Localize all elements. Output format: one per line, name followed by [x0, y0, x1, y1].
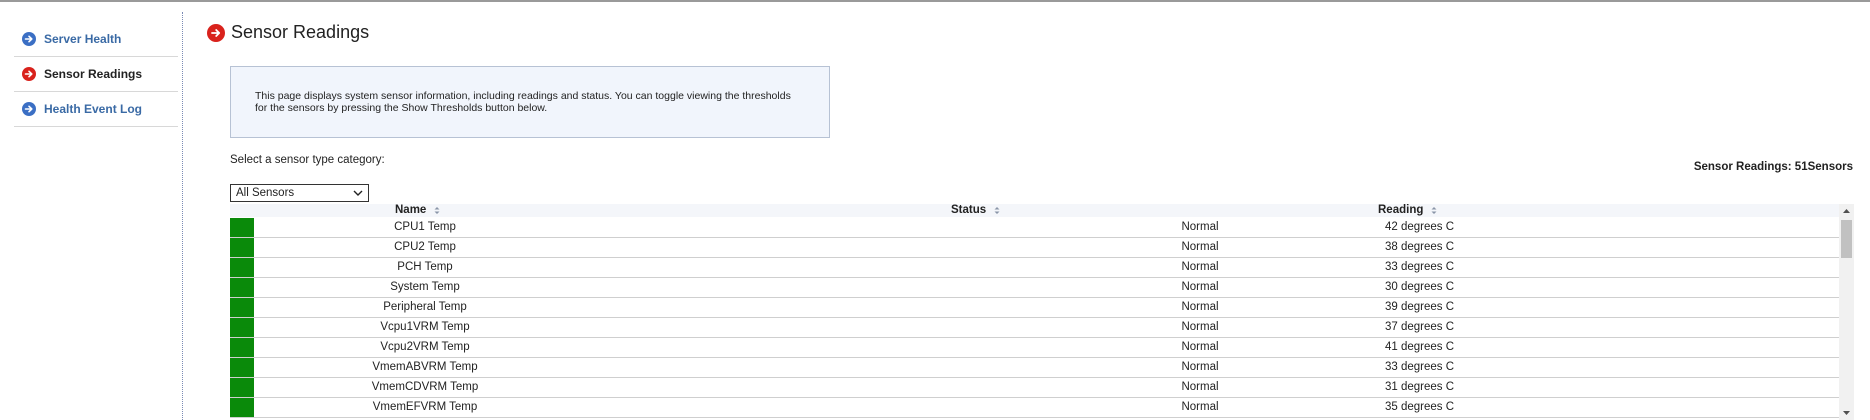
sensor-category-select[interactable]: All Sensors — [230, 184, 369, 202]
table-row[interactable]: CPU1 Temp Normal 42 degrees C — [230, 218, 1845, 238]
top-border — [0, 0, 1870, 2]
chevron-down-icon — [353, 190, 363, 196]
nav-item-server-health[interactable]: Server Health — [14, 22, 178, 57]
status-indicator — [230, 298, 254, 317]
table-row[interactable]: PCH Temp Normal 33 degrees C — [230, 258, 1845, 278]
sensor-reading: 38 degrees C — [1385, 241, 1455, 253]
sensor-name: VmemEFVRM Temp — [372, 401, 478, 413]
sort-icon — [434, 207, 440, 214]
status-indicator — [230, 338, 254, 357]
status-indicator — [230, 278, 254, 297]
sensor-category-selected: All Sensors — [236, 187, 295, 199]
status-indicator — [230, 238, 254, 257]
table-scrollbar[interactable] — [1839, 204, 1854, 420]
scroll-up-arrow-icon[interactable] — [1839, 204, 1854, 218]
nav-item-label: Health Event Log — [44, 102, 143, 116]
sensor-reading: 39 degrees C — [1385, 301, 1455, 313]
status-indicator — [230, 218, 254, 237]
sensor-name: VmemABVRM Temp — [372, 361, 478, 373]
table-header: Name Status Reading — [230, 204, 1845, 217]
column-header-reading[interactable]: Reading — [1378, 204, 1437, 217]
sensor-reading: 33 degrees C — [1385, 361, 1455, 373]
nav-item-health-event-log[interactable]: Health Event Log — [14, 92, 178, 127]
table-body: CPU1 Temp Normal 42 degrees C CPU2 Temp … — [230, 218, 1845, 418]
table-row[interactable]: Peripheral Temp Normal 39 degrees C — [230, 298, 1845, 318]
column-header-name[interactable]: Name — [395, 204, 440, 217]
sort-icon — [994, 207, 1000, 214]
status-indicator — [230, 398, 254, 417]
sensor-reading: 41 degrees C — [1385, 341, 1455, 353]
sensor-reading: 37 degrees C — [1385, 321, 1455, 333]
arrow-right-circle-icon — [22, 67, 36, 81]
sensor-name: Vcpu2VRM Temp — [380, 341, 470, 353]
table-row[interactable]: VmemEFVRM Temp Normal 35 degrees C — [230, 398, 1845, 418]
nav-item-label: Sensor Readings — [44, 67, 143, 81]
table-row[interactable]: Vcpu2VRM Temp Normal 41 degrees C — [230, 338, 1845, 358]
arrow-right-circle-icon — [22, 32, 36, 46]
page-title-text: Sensor Readings — [231, 22, 370, 42]
sensor-name: System Temp — [390, 281, 460, 293]
sensor-name: CPU1 Temp — [394, 221, 456, 233]
arrow-right-circle-icon — [207, 23, 225, 42]
status-indicator — [230, 358, 254, 377]
sort-icon — [1431, 207, 1437, 214]
nav-item-sensor-readings[interactable]: Sensor Readings — [14, 57, 178, 92]
sensor-reading: 42 degrees C — [1385, 221, 1455, 233]
sensor-name: Vcpu1VRM Temp — [380, 321, 470, 333]
sensor-name: CPU2 Temp — [394, 241, 456, 253]
info-box: This page displays system sensor informa… — [230, 66, 830, 138]
column-header-label: Name — [395, 204, 427, 216]
sensor-reading: 35 degrees C — [1385, 401, 1455, 413]
left-nav: Server Health Sensor Readings Health Eve… — [14, 22, 178, 127]
sensor-reading: 30 degrees C — [1385, 281, 1455, 293]
nav-divider — [182, 12, 183, 420]
table-row[interactable]: System Temp Normal 30 degrees C — [230, 278, 1845, 298]
status-indicator — [230, 258, 254, 277]
table-row[interactable]: VmemABVRM Temp Normal 33 degrees C — [230, 358, 1845, 378]
table-row[interactable]: VmemCDVRM Temp Normal 31 degrees C — [230, 378, 1845, 398]
sensor-count: Sensor Readings: 51Sensors — [1693, 161, 1853, 173]
page-title: Sensor Readings — [207, 22, 369, 43]
nav-item-label: Server Health — [44, 32, 122, 46]
arrow-right-circle-icon — [22, 102, 36, 116]
sensor-name: PCH Temp — [397, 261, 453, 273]
scroll-down-arrow-icon[interactable] — [1839, 406, 1854, 420]
sensor-table: Name Status Reading CPU1 Temp Normal 42 … — [230, 204, 1854, 420]
status-indicator — [230, 378, 254, 397]
sensor-reading: 33 degrees C — [1385, 261, 1455, 273]
column-header-label: Reading — [1378, 204, 1424, 216]
column-header-label: Status — [951, 204, 987, 216]
category-select-label: Select a sensor type category: — [230, 154, 385, 166]
info-text: This page displays system sensor informa… — [255, 90, 791, 114]
sensor-reading: 31 degrees C — [1385, 381, 1455, 393]
table-row[interactable]: Vcpu1VRM Temp Normal 37 degrees C — [230, 318, 1845, 338]
sensor-name: Peripheral Temp — [383, 301, 467, 313]
table-row[interactable]: CPU2 Temp Normal 38 degrees C — [230, 238, 1845, 258]
status-indicator — [230, 318, 254, 337]
scrollbar-thumb[interactable] — [1841, 220, 1852, 258]
column-header-status[interactable]: Status — [951, 204, 1000, 217]
sensor-name: VmemCDVRM Temp — [371, 381, 479, 393]
